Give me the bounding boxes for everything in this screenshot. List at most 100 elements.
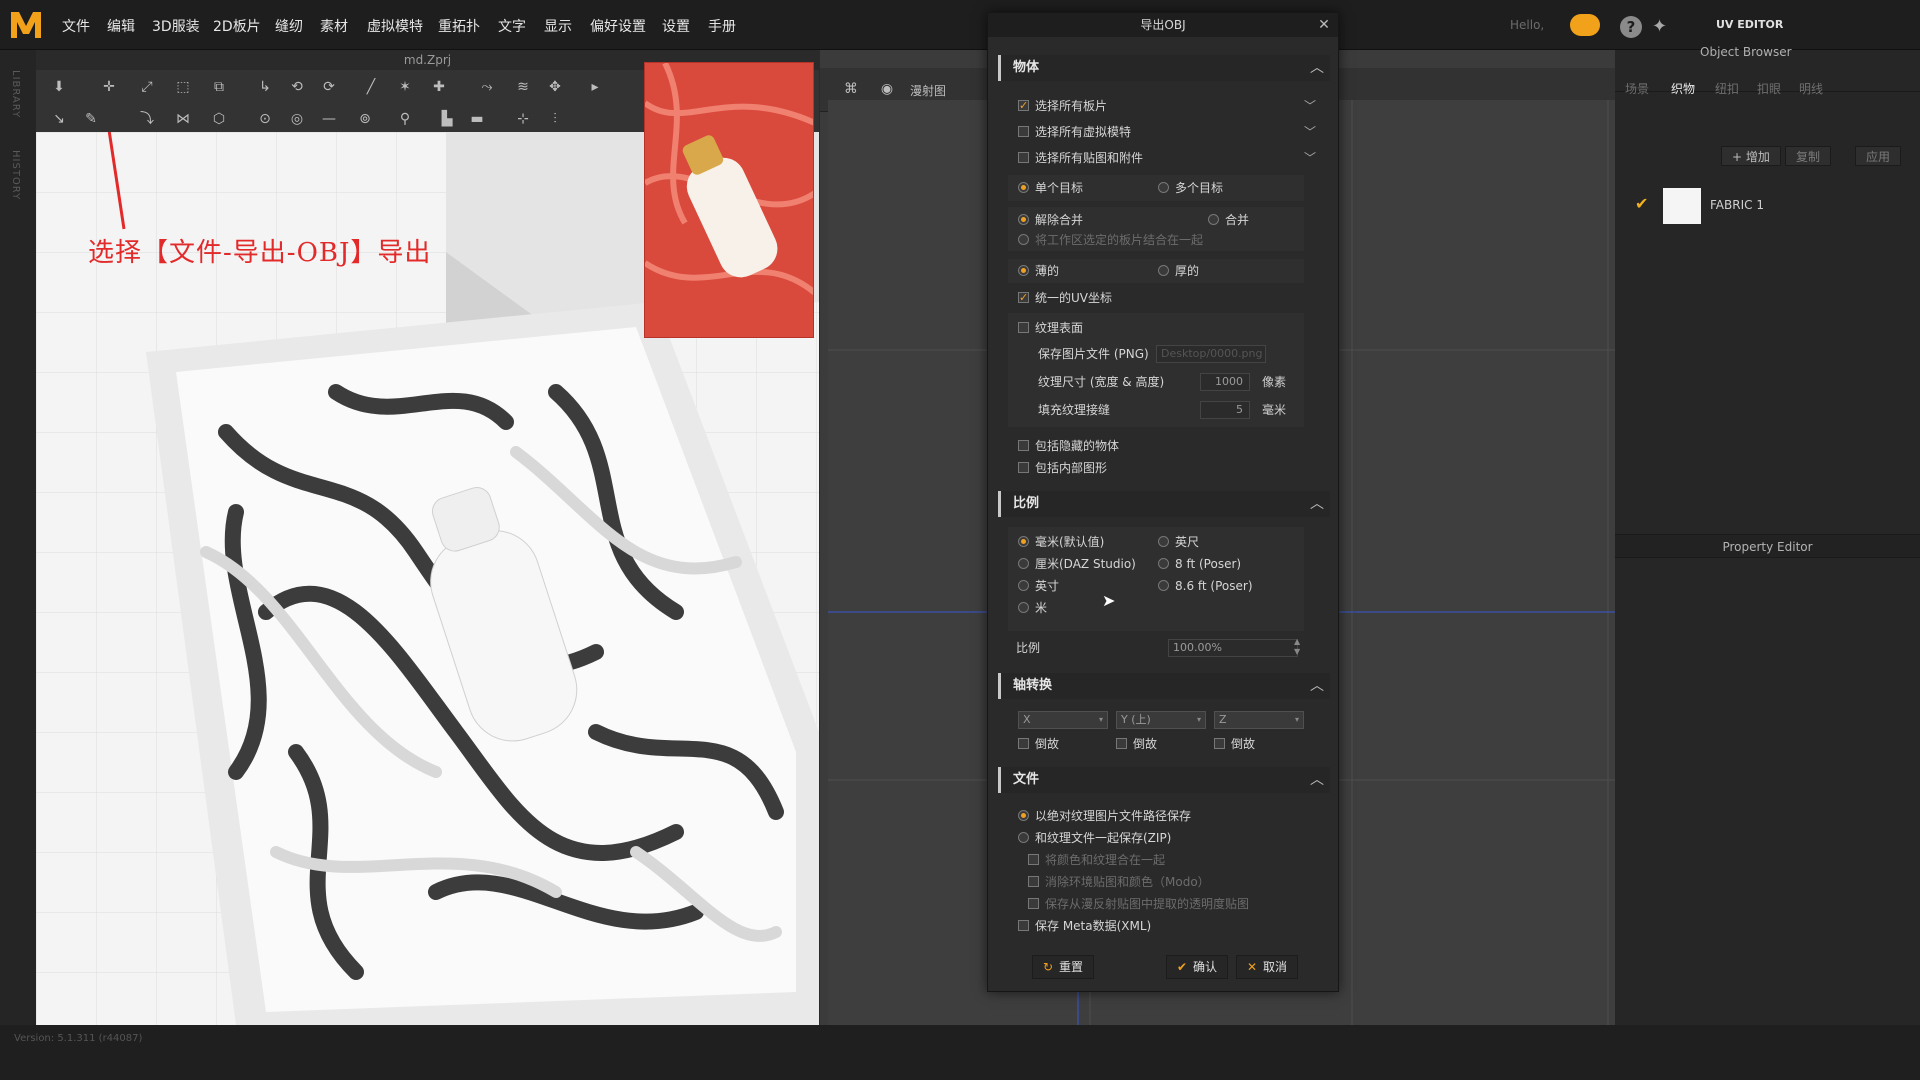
save-image-path[interactable]: Desktop/0000.png bbox=[1156, 345, 1266, 363]
single-object-option[interactable]: 单个目标 bbox=[1018, 179, 1083, 197]
flip-y-option[interactable]: 倒故 bbox=[1116, 735, 1157, 753]
thin-option[interactable]: 薄的 bbox=[1018, 262, 1059, 280]
checkbox-icon[interactable] bbox=[1214, 738, 1225, 749]
flip-x-option[interactable]: 倒故 bbox=[1018, 735, 1059, 753]
flip-icon[interactable]: ⟳ bbox=[318, 78, 340, 96]
copy-fabric-button[interactable]: 复制 bbox=[1785, 146, 1832, 166]
checkbox-icon[interactable] bbox=[1018, 920, 1029, 931]
scale-86ft-option[interactable]: 8.6 ft (Poser) bbox=[1158, 577, 1253, 595]
fold-icon[interactable]: ↳ bbox=[254, 78, 276, 96]
zipper-icon[interactable]: ≋ bbox=[512, 78, 534, 96]
texture-size-input[interactable]: 1000 bbox=[1200, 373, 1250, 391]
buttonhole-icon[interactable]: ⋈ bbox=[172, 110, 194, 128]
scale-inch-option[interactable]: 英寸 bbox=[1018, 577, 1059, 595]
checkbox-icon[interactable] bbox=[1018, 289, 1029, 307]
avatar-tool-icon[interactable]: ⬇ bbox=[48, 78, 70, 96]
select-all-maps[interactable]: 选择所有贴图和附件 ﹀ bbox=[1018, 149, 1328, 167]
tab-buttonhole[interactable]: 扣眼 bbox=[1757, 80, 1781, 97]
flip-z-option[interactable]: 倒故 bbox=[1214, 735, 1255, 753]
section-axis[interactable]: 轴转换 ︿ bbox=[998, 673, 1330, 699]
point-tool-icon[interactable]: ↘ bbox=[48, 110, 70, 128]
tab-button[interactable]: 纽扣 bbox=[1715, 80, 1739, 97]
ok-button[interactable]: ✔ 确认 bbox=[1166, 955, 1228, 979]
unmerge-option[interactable]: 解除合并 bbox=[1018, 211, 1083, 229]
tack-icon[interactable]: ✚ bbox=[428, 78, 450, 96]
radio-icon[interactable] bbox=[1018, 602, 1029, 613]
more-tool-icon[interactable]: ▸ bbox=[584, 78, 606, 96]
radio-icon[interactable] bbox=[1018, 580, 1029, 591]
menu-avatar[interactable]: 虚拟模特 bbox=[367, 16, 423, 36]
radio-icon[interactable] bbox=[1018, 214, 1029, 225]
fit-icon[interactable]: ▙ bbox=[436, 110, 458, 128]
axis-z-select[interactable]: Z ▾ bbox=[1214, 711, 1304, 729]
chevron-down-icon[interactable]: ﹀ bbox=[1304, 97, 1316, 115]
fasten-icon[interactable]: ⬡ bbox=[208, 110, 230, 128]
axis-x-select[interactable]: X ▾ bbox=[1018, 711, 1108, 729]
button-tool-icon[interactable]: ⤵ bbox=[136, 110, 158, 128]
section-scale[interactable]: 比例 ︿ bbox=[998, 491, 1330, 517]
reset-button[interactable]: ↻ 重置 bbox=[1032, 955, 1094, 979]
ruler-icon[interactable]: — bbox=[318, 110, 340, 128]
trim-icon[interactable]: ⊙ bbox=[254, 110, 276, 128]
camera-icon[interactable]: ◉ bbox=[876, 80, 898, 98]
line-tool-icon[interactable]: ╱ bbox=[360, 78, 382, 96]
tab-fabric[interactable]: 织物 bbox=[1671, 80, 1695, 97]
add-fabric-button[interactable]: + 增加 bbox=[1721, 146, 1781, 166]
menu-preferences[interactable]: 偏好设置 bbox=[590, 16, 646, 36]
checkbox-icon[interactable] bbox=[1116, 738, 1127, 749]
bird-icon[interactable]: ✦ bbox=[1652, 16, 1676, 38]
circle-tool-icon[interactable]: ◎ bbox=[286, 110, 308, 128]
abs-path-option[interactable]: 以绝对纹理图片文件路径保存 bbox=[1018, 807, 1191, 825]
apply-fabric-button[interactable]: 应用 bbox=[1855, 146, 1902, 166]
select-all-avatars[interactable]: 选择所有虚拟模特 ﹀ bbox=[1018, 123, 1328, 141]
menu-edit[interactable]: 编辑 bbox=[107, 16, 135, 36]
radio-icon[interactable] bbox=[1018, 832, 1029, 843]
menu-display[interactable]: 显示 bbox=[544, 16, 572, 36]
radio-icon[interactable] bbox=[1018, 182, 1029, 193]
uv-editor-dropdown[interactable]: UV EDITOR bbox=[1716, 18, 1783, 31]
measure-icon[interactable]: ⊹ bbox=[512, 110, 534, 128]
close-icon[interactable]: ✕ bbox=[1316, 17, 1332, 33]
merge-option[interactable]: 合并 bbox=[1208, 211, 1249, 229]
chevron-up-icon[interactable]: ︿ bbox=[1310, 673, 1324, 699]
section-object[interactable]: 物体 ︿ bbox=[998, 55, 1330, 81]
meta-option[interactable]: 保存 Meta数据(XML) bbox=[1018, 917, 1151, 935]
snapshot-icon[interactable]: ⌘ bbox=[840, 80, 862, 98]
chevron-down-icon[interactable]: ﹀ bbox=[1304, 149, 1316, 167]
punch-icon[interactable]: ⚲ bbox=[394, 110, 416, 128]
zip-option[interactable]: 和纹理文件一起保存(ZIP) bbox=[1018, 829, 1171, 847]
fabric-list-item[interactable]: ✔ FABRIC 1 bbox=[1615, 182, 1920, 226]
chevron-up-icon[interactable]: ︿ bbox=[1310, 55, 1324, 81]
checkbox-icon[interactable] bbox=[1018, 126, 1029, 137]
checkbox-icon[interactable] bbox=[1018, 97, 1029, 115]
menu-file[interactable]: 文件 bbox=[62, 16, 90, 36]
select-mesh-icon[interactable]: ⤢ bbox=[136, 78, 158, 96]
transform-icon[interactable]: ⧉ bbox=[208, 78, 230, 96]
menu-sewing[interactable]: 缝纫 bbox=[275, 16, 303, 36]
axis-y-select[interactable]: Y (上) ▾ bbox=[1116, 711, 1206, 729]
spinner-icon[interactable]: ▲ ▼ bbox=[1294, 637, 1300, 657]
scale-ratio-input[interactable]: 100.00% bbox=[1168, 639, 1298, 657]
arrange-icon[interactable]: ⟲ bbox=[286, 78, 308, 96]
chevron-up-icon[interactable]: ︿ bbox=[1310, 491, 1324, 517]
radio-icon[interactable] bbox=[1018, 810, 1029, 821]
scale-cm-option[interactable]: 厘米(DAZ Studio) bbox=[1018, 555, 1136, 573]
fill-icon[interactable]: ▬ bbox=[466, 110, 488, 128]
tape-icon[interactable]: ⊚ bbox=[354, 110, 376, 128]
pin-icon[interactable]: ✶ bbox=[394, 78, 416, 96]
elastic-icon[interactable]: ✥ bbox=[544, 78, 566, 96]
symmetry-icon[interactable]: ⫶ bbox=[544, 110, 566, 128]
diffuse-map-tab[interactable]: 漫射图 bbox=[910, 82, 946, 99]
chevron-down-icon[interactable]: ﹀ bbox=[1304, 123, 1316, 141]
brush-icon[interactable]: ✎ bbox=[80, 110, 102, 128]
select-all-patterns[interactable]: 选择所有板片 ﹀ bbox=[1018, 97, 1328, 115]
radio-icon[interactable] bbox=[1208, 214, 1219, 225]
texture-surface-option[interactable]: 纹理表面 bbox=[1018, 319, 1083, 337]
scale-m-option[interactable]: 米 bbox=[1018, 599, 1047, 617]
chevron-up-icon[interactable]: ︿ bbox=[1310, 767, 1324, 793]
radio-icon[interactable] bbox=[1018, 265, 1029, 276]
radio-icon[interactable] bbox=[1018, 536, 1029, 547]
checkbox-icon[interactable] bbox=[1018, 738, 1029, 749]
radio-icon[interactable] bbox=[1158, 265, 1169, 276]
library-tab[interactable]: LIBRARY bbox=[10, 70, 21, 118]
